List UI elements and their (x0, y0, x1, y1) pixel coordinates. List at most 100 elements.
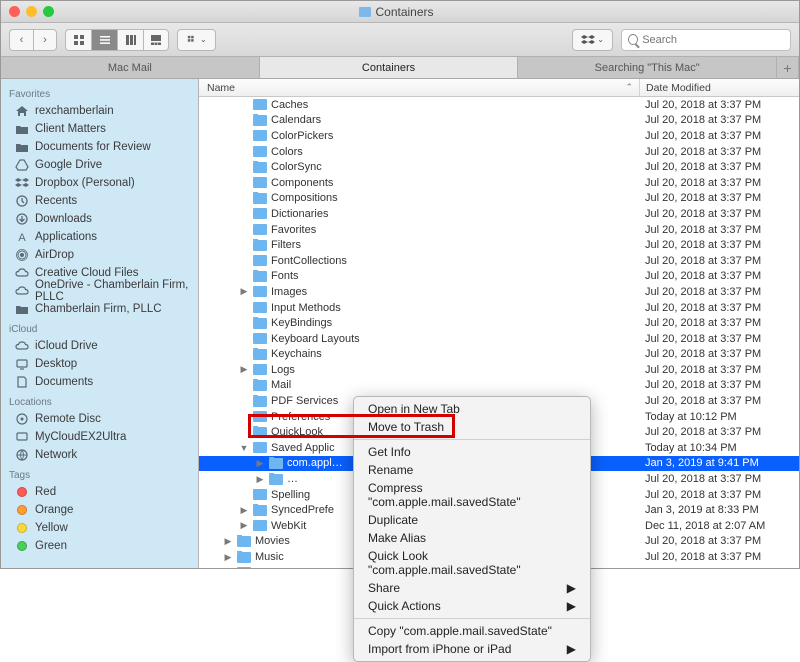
sidebar-item[interactable]: AApplications (1, 228, 198, 246)
drive-icon (15, 159, 29, 171)
menu-separator (354, 439, 590, 440)
sidebar-item[interactable]: Dropbox (Personal) (1, 174, 198, 192)
context-menu-item[interactable]: Open in New Tab (354, 400, 590, 418)
file-date: Jul 20, 2018 at 3:37 PM (639, 551, 799, 563)
file-row[interactable]: ▶ Images Jul 20, 2018 at 3:37 PM (199, 284, 799, 300)
file-name: Dictionaries (271, 208, 328, 220)
file-row[interactable]: KeychainsJul 20, 2018 at 3:37 PM (199, 347, 799, 363)
menu-item-label: Move to Trash (368, 420, 444, 434)
context-menu-item[interactable]: Quick Look "com.apple.mail.savedState" (354, 547, 590, 579)
context-menu-item[interactable]: Import from iPhone or iPad▶ (354, 640, 590, 658)
name-column-header[interactable]: Name (199, 79, 639, 96)
file-row[interactable]: KeyBindingsJul 20, 2018 at 3:37 PM (199, 315, 799, 331)
sidebar[interactable]: FavoritesrexchamberlainClient MattersDoc… (1, 79, 199, 568)
back-button[interactable]: ‹ (9, 29, 33, 51)
column-view-button[interactable] (117, 29, 143, 51)
sidebar-item[interactable]: Documents (1, 373, 198, 391)
arrange-button[interactable]: ⌄ (177, 29, 216, 51)
zoom-window-button[interactable] (43, 6, 54, 17)
folder-icon (253, 162, 267, 173)
minimize-window-button[interactable] (26, 6, 37, 17)
context-menu[interactable]: Open in New Tab Move to Trash Get InfoRena… (353, 396, 591, 662)
sidebar-item[interactable]: Orange (1, 501, 198, 519)
sidebar-item[interactable]: Green (1, 537, 198, 555)
file-row[interactable]: CalendarsJul 20, 2018 at 3:37 PM (199, 113, 799, 129)
disclosure-triangle[interactable]: ▼ (239, 443, 249, 453)
context-menu-item[interactable]: Share▶ (354, 579, 590, 597)
file-row[interactable]: CompositionsJul 20, 2018 at 3:37 PM (199, 191, 799, 207)
file-row[interactable]: ColorPickersJul 20, 2018 at 3:37 PM (199, 128, 799, 144)
context-menu-item[interactable]: Get Info (354, 443, 590, 461)
tag-icon (15, 522, 29, 534)
disclosure-triangle[interactable]: ▶ (223, 552, 233, 563)
sidebar-item[interactable]: Remote Disc (1, 410, 198, 428)
sidebar-item[interactable]: MyCloudEX2Ultra (1, 428, 198, 446)
disclosure-triangle[interactable]: ▶ (223, 536, 233, 547)
sidebar-item-label: Downloads (35, 213, 92, 225)
context-menu-item[interactable]: Rename (354, 461, 590, 479)
forward-button[interactable]: › (33, 29, 57, 51)
sidebar-item[interactable]: Documents for Review (1, 138, 198, 156)
list-view-button[interactable] (91, 29, 117, 51)
file-date: Jul 20, 2018 at 3:37 PM (639, 146, 799, 158)
sidebar-item[interactable]: Client Matters (1, 120, 198, 138)
file-name: Images (271, 286, 307, 298)
sidebar-item[interactable]: Downloads (1, 210, 198, 228)
date-column-header[interactable]: Date Modified (639, 79, 799, 96)
context-menu-item[interactable]: Move to Trash (354, 418, 590, 436)
file-row[interactable]: MailJul 20, 2018 at 3:37 PM (199, 378, 799, 394)
submenu-arrow-icon: ▶ (567, 599, 576, 613)
file-row[interactable]: DictionariesJul 20, 2018 at 3:37 PM (199, 206, 799, 222)
context-menu-item[interactable]: Compress "com.apple.mail.savedState" (354, 479, 590, 511)
file-date: Today at 10:34 PM (639, 442, 799, 454)
sidebar-item[interactable]: Yellow (1, 519, 198, 537)
sidebar-item[interactable]: Recents (1, 192, 198, 210)
close-window-button[interactable] (9, 6, 20, 17)
tab-mac-mail[interactable]: Mac Mail (1, 57, 260, 78)
file-row[interactable]: FiltersJul 20, 2018 at 3:37 PM (199, 237, 799, 253)
file-date: Jul 20, 2018 at 3:37 PM (639, 286, 799, 298)
disclosure-triangle[interactable]: ▶ (223, 567, 233, 568)
disclosure-triangle[interactable]: ▶ (239, 286, 249, 297)
search-input[interactable] (642, 34, 784, 46)
dropbox-button[interactable]: ⌄ (572, 29, 613, 51)
sidebar-item[interactable]: Red (1, 483, 198, 501)
sidebar-item[interactable]: Network (1, 446, 198, 464)
file-row[interactable]: ComponentsJul 20, 2018 at 3:37 PM (199, 175, 799, 191)
file-row[interactable]: Input MethodsJul 20, 2018 at 3:37 PM (199, 300, 799, 316)
folder-icon (253, 442, 267, 453)
sidebar-item[interactable]: Google Drive (1, 156, 198, 174)
search-field[interactable] (621, 29, 791, 51)
disclosure-triangle[interactable]: ▶ (239, 505, 249, 516)
file-name: ColorPickers (271, 130, 333, 142)
disclosure-triangle[interactable]: ▶ (239, 364, 249, 375)
tab-searching[interactable]: Searching "This Mac" (518, 57, 777, 78)
sidebar-item[interactable]: iCloud Drive (1, 337, 198, 355)
context-menu-item[interactable]: Quick Actions▶ (354, 597, 590, 615)
file-row[interactable]: ColorsJul 20, 2018 at 3:37 PM (199, 144, 799, 160)
file-row[interactable]: ▶LogsJul 20, 2018 at 3:37 PM (199, 362, 799, 378)
sidebar-item[interactable]: rexchamberlain (1, 102, 198, 120)
folder-icon (15, 123, 29, 135)
gallery-view-button[interactable] (143, 29, 169, 51)
sidebar-item[interactable]: AirDrop (1, 246, 198, 264)
file-row[interactable]: FontCollectionsJul 20, 2018 at 3:37 PM (199, 253, 799, 269)
file-row[interactable]: ColorSyncJul 20, 2018 at 3:37 PM (199, 159, 799, 175)
context-menu-item[interactable]: Make Alias (354, 529, 590, 547)
sidebar-item[interactable]: Desktop (1, 355, 198, 373)
apps-icon: A (15, 231, 29, 243)
context-menu-item[interactable]: Copy "com.apple.mail.savedState" (354, 622, 590, 640)
file-row[interactable]: FontsJul 20, 2018 at 3:37 PM (199, 269, 799, 285)
file-name: KeyBindings (271, 317, 332, 329)
new-tab-button[interactable]: + (777, 57, 799, 78)
file-row[interactable]: CachesJul 20, 2018 at 3:37 PM (199, 97, 799, 113)
disclosure-triangle[interactable]: ▶ (255, 458, 265, 469)
file-row[interactable]: FavoritesJul 20, 2018 at 3:37 PM (199, 222, 799, 238)
sidebar-item[interactable]: OneDrive - Chamberlain Firm, PLLC (1, 282, 198, 300)
disclosure-triangle[interactable]: ▶ (255, 474, 265, 485)
disclosure-triangle[interactable]: ▶ (239, 520, 249, 531)
tab-containers[interactable]: Containers (260, 57, 519, 78)
file-row[interactable]: Keyboard LayoutsJul 20, 2018 at 3:37 PM (199, 331, 799, 347)
icon-view-button[interactable] (65, 29, 91, 51)
context-menu-item[interactable]: Duplicate (354, 511, 590, 529)
